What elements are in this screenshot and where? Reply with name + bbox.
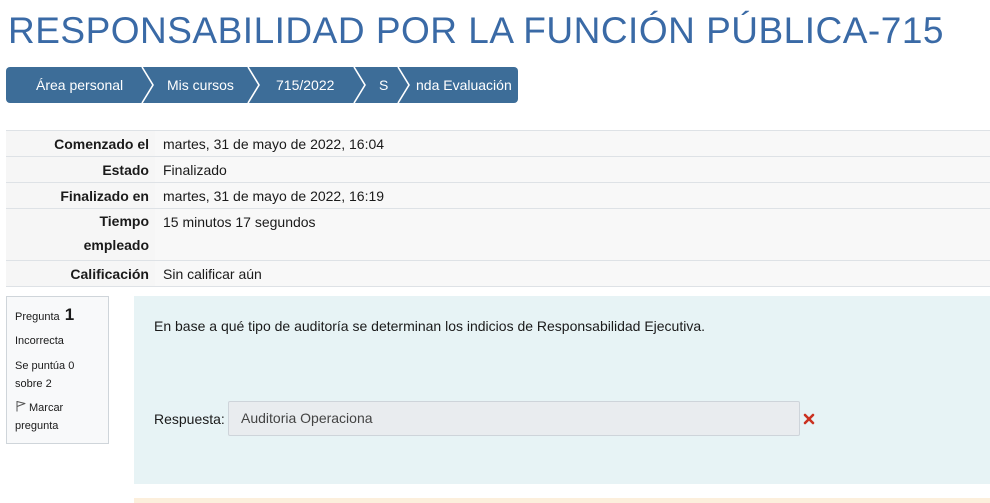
summary-label-grade: Calificación <box>6 260 155 287</box>
summary-value-state: Finalizado <box>155 156 990 183</box>
table-row: Finalizado en martes, 31 de mayo de 2022… <box>6 182 990 209</box>
question-number: 1 <box>64 305 75 324</box>
summary-value-time-taken: 15 minutos 17 segundos <box>155 208 990 261</box>
summary-label-finished: Finalizado en <box>6 182 155 209</box>
breadcrumb-separator-icon <box>141 67 154 103</box>
breadcrumb-item-course[interactable]: 715/2022 <box>276 67 334 103</box>
summary-label-time-taken-line2: empleado <box>83 237 149 253</box>
breadcrumb: Área personal Mis cursos 715/2022 S nda … <box>6 67 518 103</box>
question-grade-line1: Se puntúa 0 <box>15 360 75 372</box>
breadcrumb-item-mis-cursos[interactable]: Mis cursos <box>167 67 234 103</box>
table-row: Tiempo empleado 15 minutos 17 segundos <box>6 208 990 261</box>
answer-label: Respuesta: <box>154 411 225 427</box>
summary-label-state: Estado <box>6 156 155 183</box>
question-grade-line2: sobre 2 <box>15 378 52 390</box>
summary-label-time-taken: Tiempo empleado <box>6 208 155 261</box>
page: RESPONSABILIDAD POR LA FUNCIÓN PÚBLICA-7… <box>0 0 990 503</box>
summary-label-started: Comenzado el <box>6 130 155 157</box>
flag-question-line1: Marcar <box>29 402 64 414</box>
summary-value-finished: martes, 31 de mayo de 2022, 16:19 <box>155 182 990 209</box>
breadcrumb-separator-icon <box>247 67 260 103</box>
question-info-box: Pregunta 1 Incorrecta Se puntúa 0 sobre … <box>6 296 109 444</box>
question-grade: Se puntúa 0 sobre 2 <box>15 357 100 393</box>
summary-value-grade: Sin calificar aún <box>155 260 990 287</box>
attempt-summary-table: Comenzado el martes, 31 de mayo de 2022,… <box>6 130 990 287</box>
table-row: Estado Finalizado <box>6 156 990 183</box>
breadcrumb-item-area-personal[interactable]: Área personal <box>36 67 123 103</box>
table-row: Calificación Sin calificar aún <box>6 260 990 287</box>
breadcrumb-separator-icon <box>397 67 410 103</box>
table-row: Comenzado el martes, 31 de mayo de 2022,… <box>6 130 990 157</box>
answer-input[interactable]: Auditoria Operaciona <box>228 401 800 436</box>
summary-value-started: martes, 31 de mayo de 2022, 16:04 <box>155 130 990 157</box>
feedback-panel-edge <box>134 498 990 503</box>
question-number-line: Pregunta 1 <box>15 305 100 325</box>
flag-question-line2: pregunta <box>15 420 59 432</box>
incorrect-x-icon <box>803 413 815 425</box>
question-prefix: Pregunta <box>15 311 60 323</box>
flag-question-link[interactable]: Marcar pregunta <box>15 399 100 435</box>
summary-label-time-taken-line1: Tiempo <box>99 213 149 229</box>
page-title: RESPONSABILIDAD POR LA FUNCIÓN PÚBLICA-7… <box>8 10 944 51</box>
flag-icon <box>16 401 26 412</box>
breadcrumb-item-section[interactable]: S <box>379 67 388 103</box>
breadcrumb-item-evaluacion[interactable]: nda Evaluación <box>416 67 512 103</box>
breadcrumb-separator-icon <box>353 67 366 103</box>
question-state: Incorrecta <box>15 335 64 347</box>
question-text: En base a qué tipo de auditoría se deter… <box>154 318 706 334</box>
question-content: En base a qué tipo de auditoría se deter… <box>134 296 990 484</box>
